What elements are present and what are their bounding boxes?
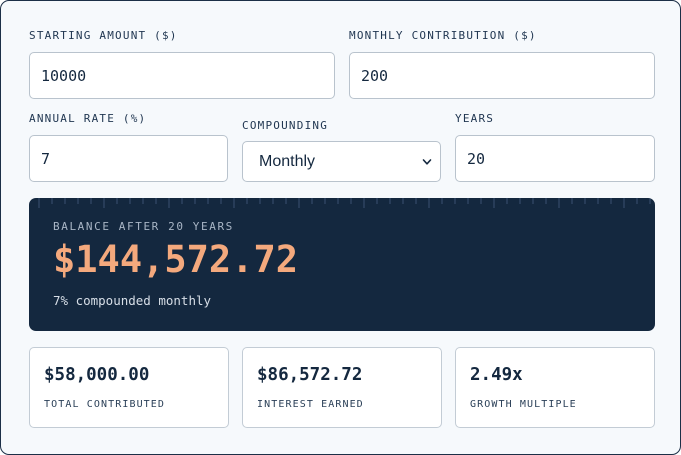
compounding-select[interactable]: Monthly [242, 141, 441, 182]
rate-note: 7% compounded monthly [53, 293, 212, 308]
compounding-selected-value: Monthly [259, 152, 316, 170]
years-input[interactable] [455, 135, 655, 182]
chevron-down-icon [422, 158, 432, 165]
compounding-label: COMPOUNDING [242, 119, 329, 132]
balance-label: BALANCE AFTER 20 YEARS [53, 220, 234, 233]
stat-card-growth-multiple: 2.49x GROWTH MULTIPLE [455, 347, 655, 428]
total-contributed-value: $58,000.00 [44, 365, 150, 385]
ruler-ticks-decoration [38, 198, 651, 208]
compound-interest-calculator: STARTING AMOUNT ($) MONTHLY CONTRIBUTION… [0, 0, 681, 455]
years-label: YEARS [455, 112, 495, 125]
monthly-contribution-input[interactable] [349, 52, 655, 99]
balance-result-panel: BALANCE AFTER 20 YEARS $144,572.72 7% co… [29, 198, 655, 331]
starting-amount-label: STARTING AMOUNT ($) [29, 29, 178, 42]
total-contributed-label: TOTAL CONTRIBUTED [44, 399, 166, 410]
stat-card-total-contributed: $58,000.00 TOTAL CONTRIBUTED [29, 347, 229, 428]
annual-rate-input[interactable] [29, 135, 228, 182]
stat-card-interest-earned: $86,572.72 INTEREST EARNED [242, 347, 442, 428]
interest-earned-label: INTEREST EARNED [257, 399, 364, 410]
growth-multiple-value: 2.49x [470, 365, 523, 385]
interest-earned-value: $86,572.72 [257, 365, 363, 385]
growth-multiple-label: GROWTH MULTIPLE [470, 399, 577, 410]
balance-value: $144,572.72 [53, 238, 299, 281]
starting-amount-input[interactable] [29, 52, 335, 99]
annual-rate-label: ANNUAL RATE (%) [29, 112, 147, 125]
monthly-contribution-label: MONTHLY CONTRIBUTION ($) [349, 29, 537, 42]
